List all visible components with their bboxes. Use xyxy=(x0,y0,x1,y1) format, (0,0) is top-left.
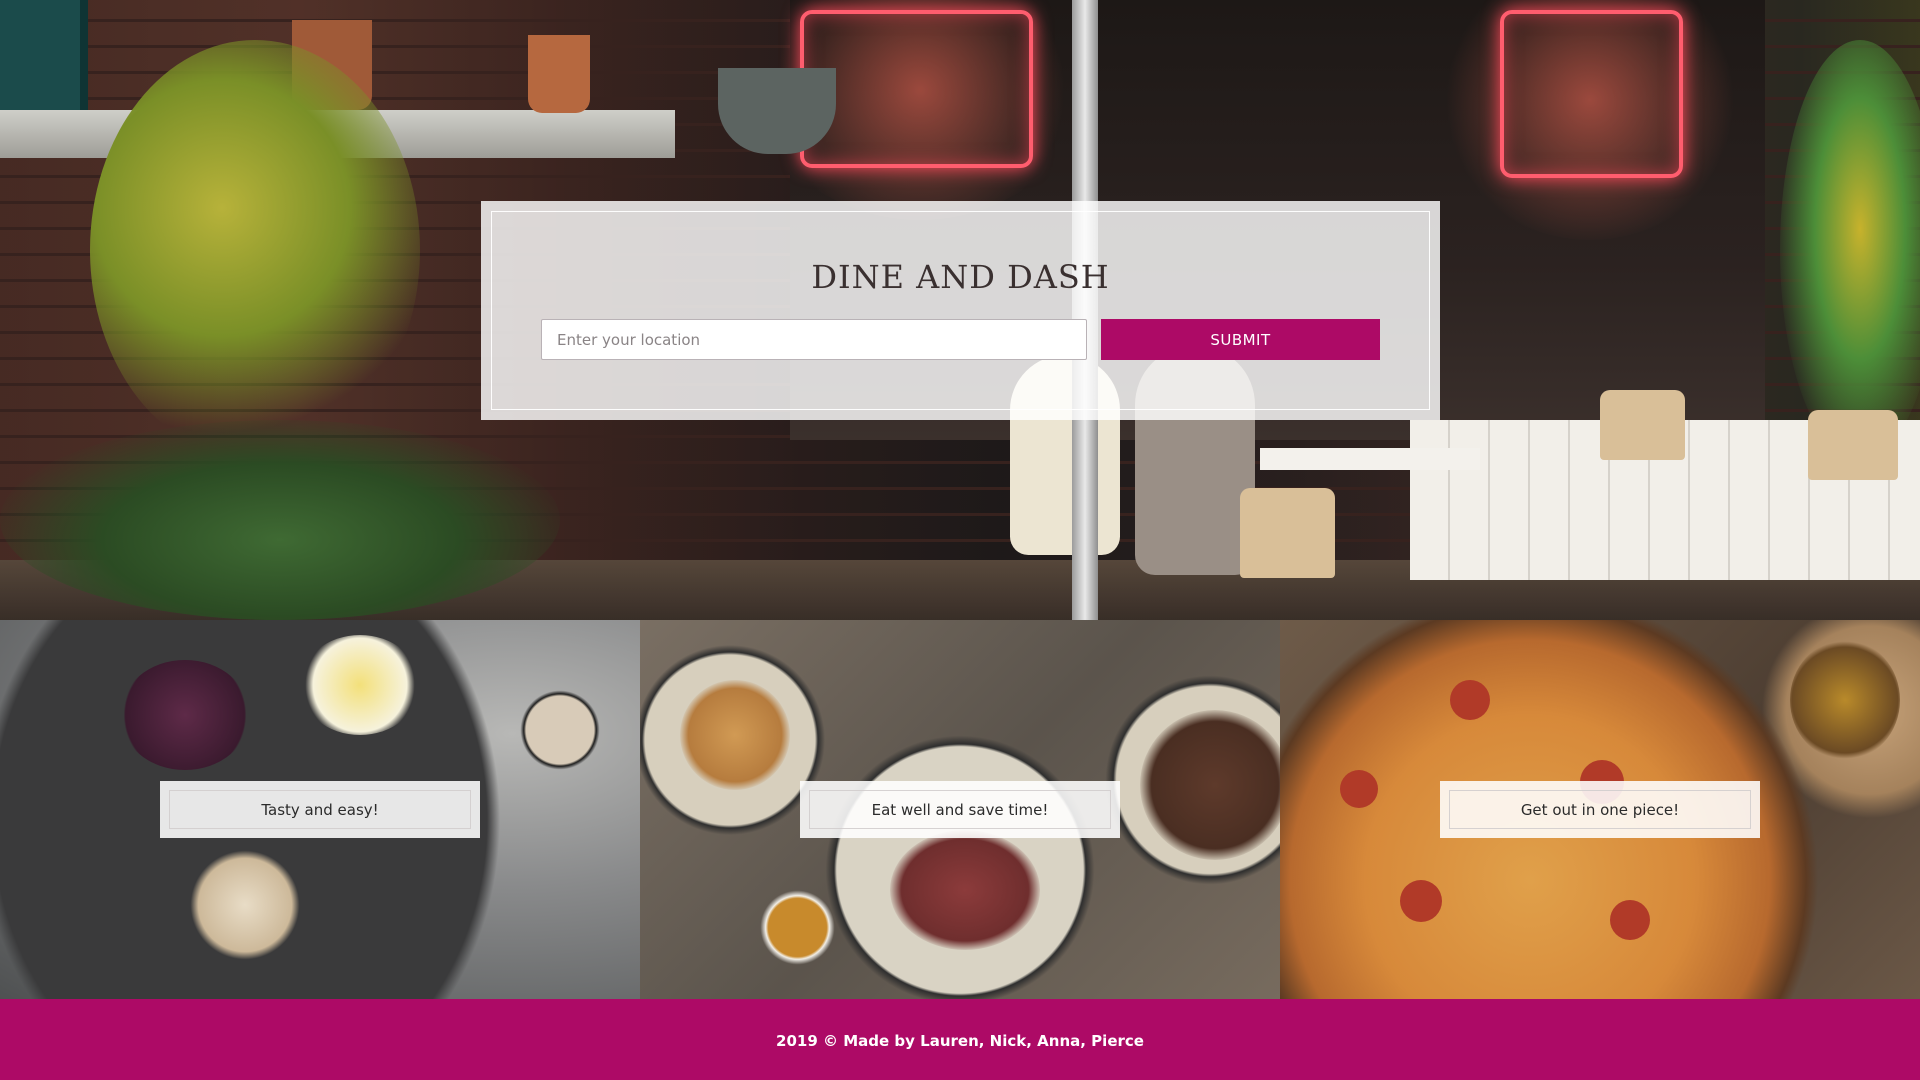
fish-image xyxy=(680,680,790,790)
search-card: DINE AND DASH SUBMIT xyxy=(481,201,1440,420)
grapes-image xyxy=(120,660,250,770)
cup-image xyxy=(520,690,600,770)
feature-panel-dishes: Eat well and save time! xyxy=(640,620,1280,999)
submit-button[interactable]: SUBMIT xyxy=(1101,319,1380,360)
cafe-chair xyxy=(1808,410,1898,480)
cafe-table xyxy=(1260,448,1480,470)
egg-image xyxy=(300,635,420,735)
feature-label: Eat well and save time! xyxy=(800,781,1120,838)
pepperoni-image xyxy=(1610,900,1650,940)
ground-plants xyxy=(0,420,560,620)
feature-label: Get out in one piece! xyxy=(1440,781,1760,838)
location-input[interactable] xyxy=(541,319,1087,360)
tree-foliage xyxy=(90,40,420,460)
steak-image xyxy=(890,830,1040,950)
feature-label-text: Tasty and easy! xyxy=(261,800,379,819)
hanging-planter xyxy=(718,68,836,154)
feature-label: Tasty and easy! xyxy=(160,781,480,838)
hanging-plants xyxy=(1780,40,1920,460)
hero-banner: DINE AND DASH SUBMIT xyxy=(0,0,1920,620)
feature-panel-pizza: Get out in one piece! xyxy=(1280,620,1920,999)
feature-panels: Tasty and easy! Eat well and save time! … xyxy=(0,620,1920,999)
pepperoni-image xyxy=(1400,880,1442,922)
page-title: DINE AND DASH xyxy=(811,258,1110,296)
footer-credits: 2019 © Made by Lauren, Nick, Anna, Pierc… xyxy=(776,1031,1144,1050)
cheese-image xyxy=(190,850,300,960)
pepperoni-image xyxy=(1340,770,1378,808)
drink-glass-image xyxy=(1790,640,1900,760)
flower-pot xyxy=(528,35,590,113)
feature-label-text: Eat well and save time! xyxy=(871,800,1049,819)
neon-sign-right xyxy=(1500,10,1683,178)
cafe-chair xyxy=(1240,488,1335,578)
cafe-chair xyxy=(1600,390,1685,460)
card-inner-border xyxy=(491,211,1430,410)
pepperoni-image xyxy=(1450,680,1490,720)
sauce-bowl-image xyxy=(760,890,835,965)
footer: 2019 © Made by Lauren, Nick, Anna, Pierc… xyxy=(0,999,1920,1080)
salad-image xyxy=(1140,710,1280,860)
window-frame xyxy=(0,0,88,110)
feature-label-text: Get out in one piece! xyxy=(1520,800,1680,819)
feature-panel-platter: Tasty and easy! xyxy=(0,620,640,999)
